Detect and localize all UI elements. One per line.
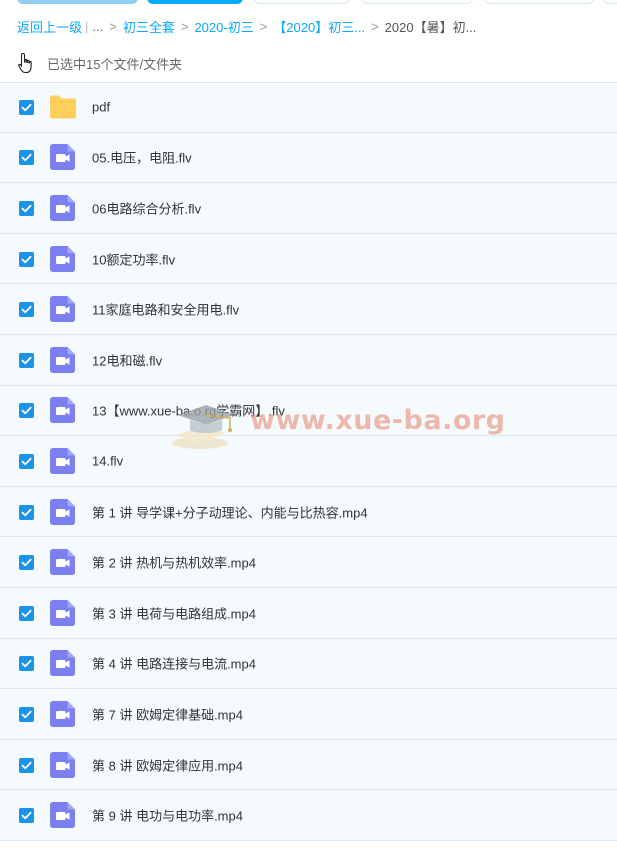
file-name[interactable]: 12电和磁.flv	[92, 350, 162, 369]
file-row[interactable]: 06电路综合分析.flv	[0, 183, 617, 234]
file-name[interactable]: 第 1 讲 导学课+分子动理论、内能与比热容.mp4	[92, 502, 368, 521]
selection-count-text: 已选中15个文件/文件夹	[47, 56, 183, 72]
top-toolbar	[0, 0, 617, 5]
row-checkbox[interactable]	[19, 403, 34, 419]
row-checkbox[interactable]	[19, 808, 34, 824]
back-link[interactable]: 返回上一级	[17, 17, 82, 36]
row-checkbox[interactable]	[19, 200, 34, 216]
breadcrumb-separator: >	[371, 18, 379, 34]
file-row[interactable]: 第 4 讲 电路连接与电流.mp4	[0, 638, 617, 690]
video-file-icon	[50, 447, 75, 474]
row-checkbox[interactable]	[19, 555, 34, 571]
file-name[interactable]: 第 9 讲 电功与电功率.mp4	[92, 806, 243, 825]
toolbar-button-4[interactable]	[361, 0, 473, 4]
video-file-icon	[50, 144, 75, 171]
video-file-icon	[50, 397, 75, 424]
row-checkbox[interactable]	[19, 453, 34, 469]
video-file-icon	[50, 498, 75, 525]
file-row[interactable]: 13【www.xue-ba.o rg学霸网】.flv	[0, 385, 617, 437]
row-checkbox[interactable]	[19, 757, 34, 773]
file-name[interactable]: 14.flv	[92, 453, 123, 468]
file-row[interactable]: 第 2 讲 热机与热机效率.mp4	[0, 537, 617, 588]
file-name[interactable]: 第 7 讲 欧姆定律基础.mp4	[92, 704, 243, 723]
breadcrumb-separator: >	[259, 18, 268, 34]
breadcrumb-item[interactable]: 【2020】初三...	[273, 17, 365, 36]
breadcrumb-item[interactable]: 2020-初三	[194, 17, 253, 36]
video-file-icon	[50, 802, 75, 829]
row-checkbox[interactable]	[19, 706, 34, 722]
toolbar-button-1[interactable]	[17, 0, 138, 4]
video-file-icon	[50, 194, 75, 221]
hand-cursor-icon	[18, 52, 32, 74]
file-row[interactable]: 14.flv	[0, 436, 617, 487]
breadcrumb-item[interactable]: 初三全套	[123, 17, 175, 36]
file-row[interactable]: 10额定功率.flv	[0, 233, 617, 285]
file-name[interactable]: 06电路综合分析.flv	[92, 198, 201, 217]
toolbar-button-2[interactable]	[147, 0, 243, 4]
file-name[interactable]: 第 8 讲 欧姆定律应用.mp4	[92, 755, 243, 774]
video-file-icon	[50, 245, 75, 272]
breadcrumb-more[interactable]: ...	[92, 19, 103, 34]
file-name[interactable]: 13【www.xue-ba.o rg学霸网】.flv	[92, 401, 285, 420]
video-file-icon	[50, 700, 75, 727]
video-file-icon	[50, 650, 75, 677]
selection-bar: 已选中15个文件/文件夹	[17, 50, 182, 76]
file-row[interactable]: pdf	[0, 82, 617, 133]
breadcrumb: 返回上一级 | ... > 初三全套 > 2020-初三 > 【2020】初三.…	[17, 17, 476, 35]
file-list: pdf 05.电压，电阻.flv 06电路综合分析.flv 10额定功率.flv 11家…	[0, 82, 617, 841]
folder-icon	[50, 95, 76, 119]
video-file-icon	[50, 549, 75, 576]
row-checkbox[interactable]	[19, 656, 34, 672]
row-checkbox[interactable]	[19, 605, 34, 621]
row-checkbox[interactable]	[19, 251, 34, 267]
row-checkbox[interactable]	[19, 150, 34, 166]
file-name[interactable]: 10额定功率.flv	[92, 249, 175, 268]
breadcrumb-separator: >	[180, 18, 189, 34]
row-checkbox[interactable]	[19, 352, 34, 368]
video-file-icon	[50, 599, 75, 626]
video-file-icon	[50, 296, 75, 323]
file-row[interactable]: 05.电压，电阻.flv	[0, 132, 617, 184]
toolbar-button-3[interactable]	[254, 0, 350, 4]
file-row[interactable]: 第 9 讲 电功与电功率.mp4	[0, 790, 617, 841]
file-name[interactable]: 05.电压，电阻.flv	[92, 148, 192, 167]
file-row[interactable]: 12电和磁.flv	[0, 334, 617, 386]
row-checkbox[interactable]	[19, 302, 34, 318]
file-name[interactable]: 第 2 讲 热机与热机效率.mp4	[92, 553, 256, 572]
video-file-icon	[50, 751, 75, 778]
file-row[interactable]: 11家庭电路和安全用电.flv	[0, 284, 617, 335]
file-row[interactable]: 第 3 讲 电荷与电路组成.mp4	[0, 587, 617, 639]
row-checkbox[interactable]	[19, 504, 34, 520]
breadcrumb-separator: >	[109, 18, 117, 34]
video-file-icon	[50, 346, 75, 373]
file-name[interactable]: 第 3 讲 电荷与电路组成.mp4	[92, 603, 256, 622]
breadcrumb-current: 2020【暑】初...	[384, 19, 477, 35]
breadcrumb-divider: |	[85, 18, 89, 34]
row-checkbox[interactable]	[19, 100, 34, 116]
file-name[interactable]: 第 4 讲 电路连接与电流.mp4	[92, 654, 256, 673]
file-row[interactable]: 第 7 讲 欧姆定律基础.mp4	[0, 689, 617, 740]
toolbar-button-5[interactable]	[484, 0, 594, 4]
file-row[interactable]: 第 1 讲 导学课+分子动理论、内能与比热容.mp4	[0, 486, 617, 538]
toolbar-button-6[interactable]	[603, 0, 617, 4]
file-row[interactable]: 第 8 讲 欧姆定律应用.mp4	[0, 739, 617, 791]
file-name[interactable]: pdf	[92, 100, 110, 115]
file-name[interactable]: 11家庭电路和安全用电.flv	[92, 300, 239, 319]
